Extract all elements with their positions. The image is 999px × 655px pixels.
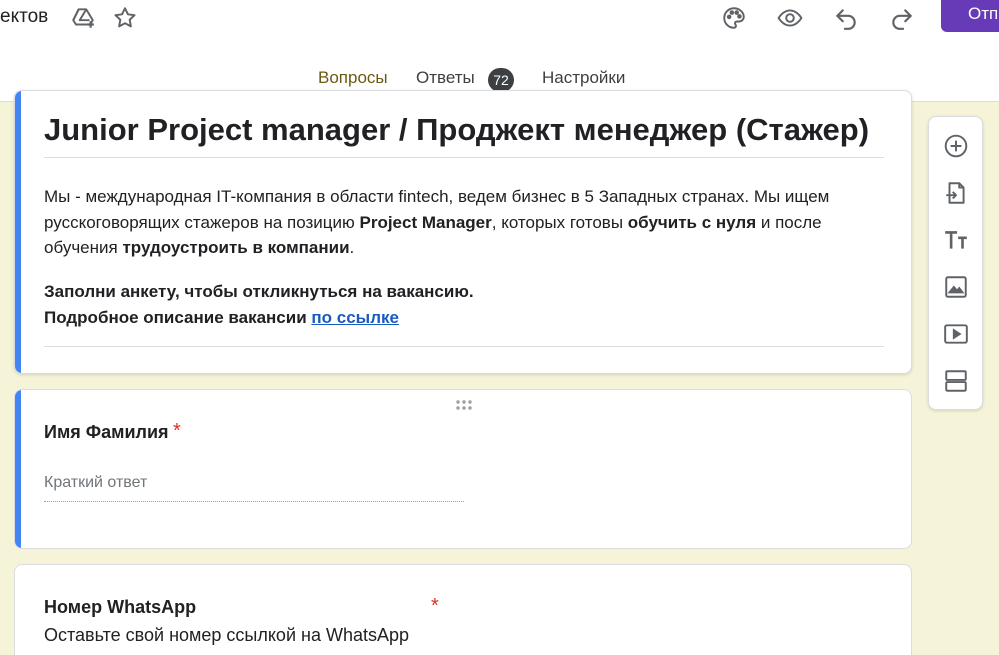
drive-add-icon[interactable] — [67, 2, 99, 34]
star-icon[interactable] — [109, 2, 141, 34]
desc-bold-1: Project Manager — [359, 212, 492, 232]
form-header-card[interactable]: Junior Project manager / Проджект менедж… — [14, 90, 912, 374]
desc-bold-3: трудоустроить в компании — [122, 238, 350, 257]
add-image-icon[interactable] — [941, 272, 971, 302]
responses-count-badge: 72 — [488, 68, 514, 92]
required-asterisk: * — [431, 595, 439, 617]
desc-bold-2: обучить с нуля — [627, 212, 757, 232]
question-title: Имя Фамилия — [44, 422, 169, 442]
cta-line-2: Подробное описание вакансии по ссылке — [44, 305, 884, 331]
cta-prefix: Подробное описание вакансии — [44, 307, 312, 327]
drag-handle-icon[interactable] — [455, 398, 475, 410]
palette-icon[interactable] — [718, 2, 750, 34]
form-call-to-action: Заполни анкету, чтобы откликнуться на ва… — [44, 279, 884, 330]
tab-responses[interactable]: Ответы — [416, 68, 475, 88]
vacancy-link[interactable]: по ссылке — [311, 308, 399, 327]
undo-icon[interactable] — [830, 2, 862, 34]
add-title-icon[interactable] — [941, 225, 971, 255]
add-question-icon[interactable] — [941, 131, 971, 161]
title-divider — [44, 157, 884, 158]
desc-text-2: , которых готовы — [491, 212, 628, 232]
form-title[interactable]: Junior Project manager / Проджект менедж… — [44, 112, 869, 148]
question-description: Оставьте свой номер ссылкой на WhatsApp — [44, 625, 409, 645]
required-asterisk: * — [173, 420, 181, 442]
cta-line-1: Заполни анкету, чтобы откликнуться на ва… — [44, 282, 474, 301]
add-section-icon[interactable] — [941, 366, 971, 396]
eye-icon[interactable] — [774, 2, 806, 34]
send-button[interactable]: Отп — [941, 0, 999, 32]
question-card-whatsapp[interactable]: Номер WhatsApp * Оставьте свой номер ссы… — [14, 564, 912, 655]
tab-questions[interactable]: Вопросы — [318, 68, 388, 88]
add-video-icon[interactable] — [941, 319, 971, 349]
description-divider — [44, 346, 884, 347]
redo-icon[interactable] — [886, 2, 918, 34]
question-card-name[interactable]: Имя Фамилия * Краткий ответ — [14, 389, 912, 549]
desc-text-4: . — [349, 238, 355, 257]
document-name[interactable]: ектов — [0, 6, 48, 28]
form-description[interactable]: Мы - международная IT-компания в области… — [44, 184, 884, 261]
tab-settings[interactable]: Настройки — [542, 68, 625, 88]
top-bar: ектов Отп Вопросы Ответы Настройки 72 — [0, 0, 999, 102]
question-title: Номер WhatsApp — [44, 597, 197, 617]
add-item-toolbar — [928, 116, 983, 410]
import-questions-icon[interactable] — [941, 178, 971, 208]
short-answer-field[interactable]: Краткий ответ — [44, 474, 464, 502]
